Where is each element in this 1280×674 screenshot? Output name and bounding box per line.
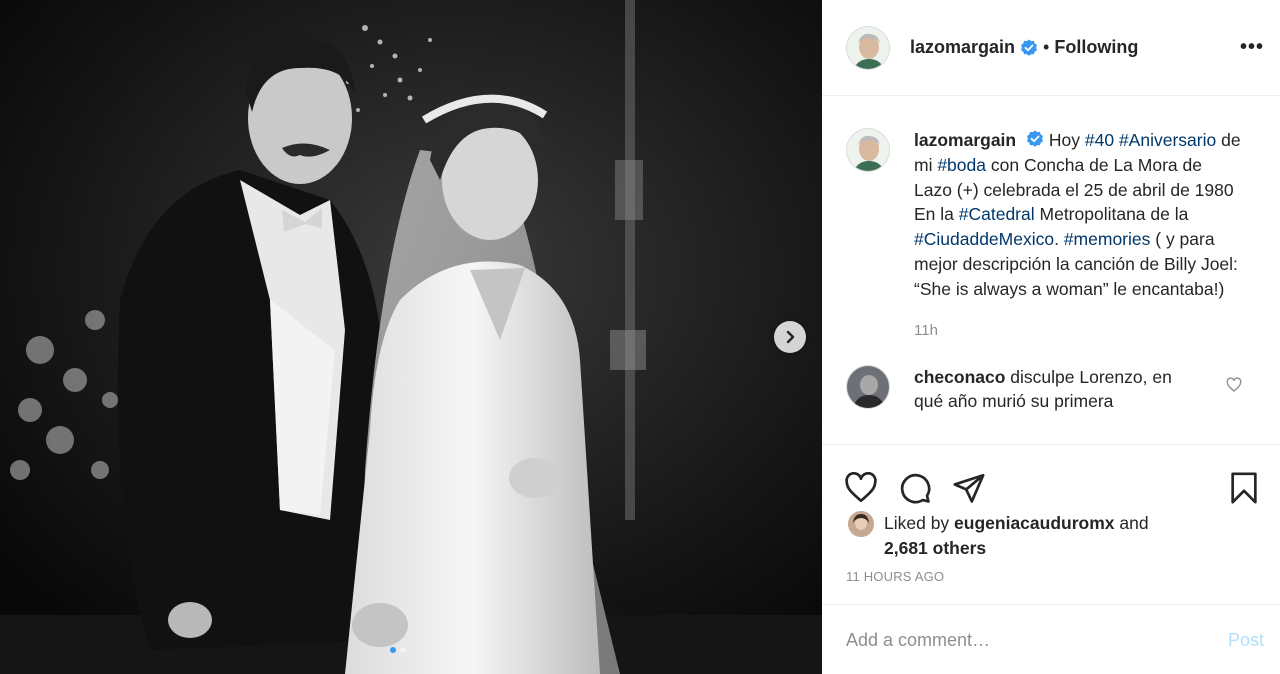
wedding-photo — [0, 0, 822, 674]
hashtag-link[interactable]: #boda — [937, 155, 986, 175]
likes-summary: Liked by eugeniacauduromx and 2,681 othe… — [822, 511, 1280, 561]
comment-avatar[interactable] — [846, 364, 890, 409]
post-timestamp[interactable]: 11 HOURS AGO — [822, 561, 1280, 584]
comment-icon[interactable] — [898, 471, 932, 505]
post-side-panel: lazomargain • Following ••• lazomargain — [822, 0, 1280, 674]
next-photo-button[interactable] — [774, 321, 806, 353]
liker-username[interactable]: eugeniacauduromx — [954, 513, 1114, 533]
post-header: lazomargain • Following ••• — [822, 0, 1280, 96]
liker-avatar[interactable] — [848, 511, 874, 537]
like-heart-icon[interactable] — [844, 471, 878, 505]
carousel-dot — [400, 647, 406, 653]
avatar[interactable] — [846, 25, 890, 70]
likes-prefix: Liked by — [884, 513, 955, 533]
caption-body: Hoy #40 #Aniversario de mi #boda con Con… — [914, 130, 1241, 299]
comment-username[interactable]: checonaco — [914, 367, 1005, 387]
separator-dot: • — [1043, 37, 1050, 57]
caption-text: lazomargain Hoy #40 #Aniversario de mi #… — [914, 128, 1244, 302]
following-button[interactable]: Following — [1054, 37, 1138, 58]
carousel-indicator — [390, 647, 406, 653]
share-icon[interactable] — [952, 471, 986, 505]
caption-avatar[interactable] — [846, 128, 890, 172]
verified-badge-icon — [1027, 130, 1043, 147]
add-comment-form: Post — [822, 604, 1280, 674]
post-comment-button[interactable]: Post — [1228, 630, 1264, 651]
likes-text: Liked by eugeniacauduromx and 2,681 othe… — [884, 511, 1149, 561]
caption-text-segment: . — [1054, 229, 1064, 250]
carousel-dot-active — [390, 647, 396, 653]
caption-username[interactable]: lazomargain — [914, 130, 1016, 150]
hashtag-link[interactable]: #CiudaddeMexico — [914, 229, 1054, 249]
caption-timestamp[interactable]: 11h — [914, 322, 1280, 339]
more-options-button[interactable]: ••• — [1240, 36, 1264, 59]
user-photo-icon — [847, 365, 889, 408]
hashtag-link[interactable]: #Catedral — [959, 204, 1035, 224]
caption-text-segment: Metropolitana de la — [1034, 204, 1189, 225]
comments-list[interactable]: lazomargain Hoy #40 #Aniversario de mi #… — [822, 97, 1280, 443]
chevron-right-icon — [786, 330, 795, 344]
likes-others-count[interactable]: 2,681 others — [884, 538, 986, 558]
likes-middle: and — [1114, 513, 1149, 533]
add-comment-input[interactable] — [846, 630, 1228, 651]
verified-badge-icon — [1021, 39, 1038, 56]
comment-text: checonaco disculpe Lorenzo, en qué año m… — [914, 365, 1204, 415]
bookmark-icon[interactable] — [1228, 471, 1260, 505]
user-photo-icon — [847, 26, 889, 69]
hashtag-link[interactable]: #40 — [1085, 130, 1114, 150]
caption: lazomargain Hoy #40 #Aniversario de mi #… — [822, 97, 1280, 302]
user-photo-icon — [847, 129, 889, 171]
action-bar — [822, 445, 1280, 515]
hashtag-link[interactable]: #memories — [1064, 229, 1151, 249]
hashtag-link[interactable]: #Aniversario — [1119, 130, 1216, 150]
caption-text-segment: Hoy — [1044, 130, 1085, 150]
post-actions-section: Liked by eugeniacauduromx and 2,681 othe… — [822, 444, 1280, 674]
post-author-username[interactable]: lazomargain — [910, 37, 1015, 58]
comment-item: checonaco disculpe Lorenzo, en qué año m… — [822, 339, 1280, 415]
user-photo-icon — [848, 511, 874, 537]
post-photo[interactable] — [0, 0, 822, 674]
heart-icon[interactable] — [1226, 376, 1242, 393]
